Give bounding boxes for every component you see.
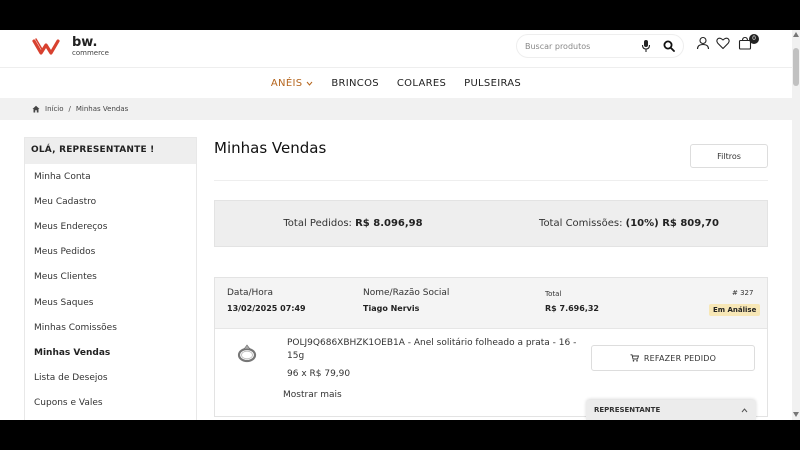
- status-badge: Em Análise: [709, 304, 761, 316]
- total-commission-label: Total Comissões:: [539, 218, 623, 229]
- total-commission-value: (10%) R$ 809,70: [625, 218, 719, 229]
- show-more-link[interactable]: Mostrar mais: [283, 390, 342, 400]
- breadcrumb-home-link[interactable]: Início: [45, 105, 64, 113]
- reorder-button[interactable]: REFAZER PEDIDO: [591, 345, 755, 371]
- logo[interactable]: bw. commerce: [32, 36, 109, 57]
- nav-item-label: BRINCOS: [331, 78, 379, 89]
- nav-item-pulseiras[interactable]: PULSEIRAS: [464, 78, 521, 89]
- scroll-up-arrow[interactable]: [793, 32, 799, 37]
- page-scrollbar[interactable]: [792, 30, 800, 420]
- nav-item-label: PULSEIRAS: [464, 78, 522, 89]
- top-letterbox: [0, 0, 800, 30]
- sidebar-item-meu-cadastro[interactable]: Meu Cadastro: [25, 189, 196, 214]
- nav-item-aneis[interactable]: ANÉIS: [271, 78, 313, 89]
- account-sidebar: OLÁ, REPRESENTANTE ! Minha Conta Meu Cad…: [24, 137, 197, 420]
- item-quantity-price: 96 x R$ 79,90: [287, 369, 351, 379]
- nav-item-label: ANÉIS: [270, 78, 303, 89]
- page-viewport: bw. commerce 0: [0, 30, 792, 420]
- page-title: Minhas Vendas: [214, 139, 327, 157]
- filter-button[interactable]: Filtros: [690, 144, 768, 168]
- sidebar-item-meus-pedidos[interactable]: Meus Pedidos: [25, 240, 196, 265]
- sidebar-item-minhas-comissoes[interactable]: Minhas Comissões: [25, 315, 196, 340]
- order-name-label: Nome/Razão Social: [363, 288, 450, 298]
- item-description: POLJ9Q686XBHZK1OEB1A - Anel solitário fo…: [287, 338, 577, 361]
- breadcrumb-separator: /: [68, 105, 71, 113]
- breadcrumb: Início / Minhas Vendas: [0, 98, 792, 120]
- chevron-down-icon: [306, 81, 313, 86]
- logo-mark-icon: [32, 37, 60, 55]
- cart-count-badge: 0: [749, 34, 759, 44]
- chevron-up-icon[interactable]: [741, 407, 748, 413]
- logo-brand-text: bw.: [72, 35, 98, 50]
- nav-item-label: COLARES: [396, 78, 447, 89]
- sidebar-item-cupons-e-vales[interactable]: Cupons e Vales: [25, 391, 196, 416]
- order-name-value: Tiago Nervis: [363, 304, 420, 313]
- sidebar-item-meus-clientes[interactable]: Meus Clientes: [25, 265, 196, 290]
- nav-item-colares[interactable]: COLARES: [397, 78, 446, 89]
- sidebar-item-meus-enderecos[interactable]: Meus Endereços: [25, 214, 196, 239]
- ring-product-icon[interactable]: [235, 341, 259, 365]
- home-icon: [32, 105, 40, 113]
- representative-widget[interactable]: REPRESENTANTE: [586, 400, 756, 420]
- order-header: Data/Hora 13/02/2025 07:49 Nome/Razão So…: [215, 278, 767, 329]
- total-commission: Total Comissões: (10%) R$ 809,70: [491, 218, 767, 229]
- main-nav: ANÉIS BRINCOS COLARES PULSEIRAS: [0, 69, 792, 99]
- total-orders-value: R$ 8.096,98: [355, 218, 423, 229]
- search-icon[interactable]: [663, 40, 675, 52]
- reorder-button-label: REFAZER PEDIDO: [643, 353, 717, 363]
- search-input[interactable]: [525, 41, 635, 51]
- logo-sub-text: commerce: [72, 49, 109, 57]
- order-total-value: R$ 7.696,32: [545, 304, 599, 313]
- scrollbar-thumb[interactable]: [793, 48, 799, 86]
- heart-icon[interactable]: [716, 36, 730, 50]
- order-date-value: 13/02/2025 07:49: [227, 304, 306, 313]
- divider: [214, 180, 768, 181]
- representative-widget-label: REPRESENTANTE: [594, 406, 661, 414]
- user-icon[interactable]: [696, 36, 710, 50]
- cart-icon: [630, 354, 639, 362]
- sales-summary: Total Pedidos: R$ 8.096,98 Total Comissõ…: [214, 200, 768, 247]
- order-date-label: Data/Hora: [227, 288, 274, 298]
- order-total-label: Total: [545, 290, 562, 298]
- sidebar-greeting: OLÁ, REPRESENTANTE !: [25, 138, 196, 164]
- bottom-letterbox: [0, 420, 800, 450]
- microphone-icon[interactable]: [641, 39, 651, 53]
- sidebar-item-meus-saques[interactable]: Meus Saques: [25, 290, 196, 315]
- nav-item-brincos[interactable]: BRINCOS: [331, 78, 379, 89]
- order-number: # 327: [732, 289, 754, 297]
- total-orders-label: Total Pedidos:: [283, 218, 352, 229]
- breadcrumb-current: Minhas Vendas: [75, 105, 129, 113]
- sidebar-item-minha-conta[interactable]: Minha Conta: [25, 164, 196, 189]
- scroll-down-arrow[interactable]: [793, 412, 799, 417]
- site-header: bw. commerce 0: [0, 30, 792, 68]
- sidebar-item-minhas-vendas[interactable]: Minhas Vendas: [25, 340, 196, 365]
- sidebar-item-lista-de-desejos[interactable]: Lista de Desejos: [25, 366, 196, 391]
- search-box: [516, 34, 684, 58]
- total-orders: Total Pedidos: R$ 8.096,98: [215, 218, 491, 229]
- order-card: Data/Hora 13/02/2025 07:49 Nome/Razão So…: [214, 277, 768, 417]
